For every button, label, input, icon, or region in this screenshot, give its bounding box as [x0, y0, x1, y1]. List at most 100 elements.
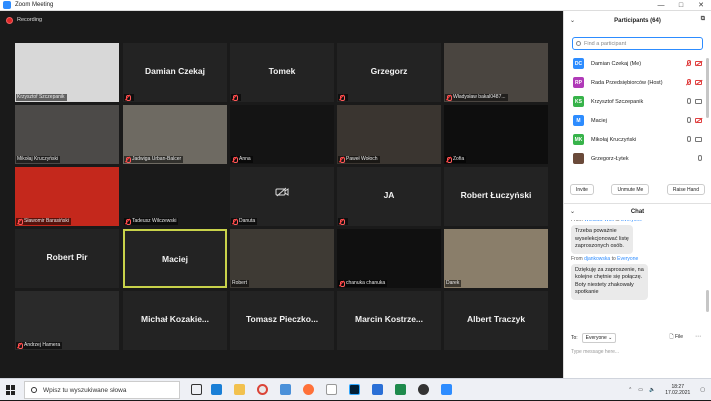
video-tile[interactable]: chanuka chanuka [337, 229, 441, 288]
chat-message-meta: From djankowska to Everyone [571, 255, 639, 262]
video-tile[interactable]: Zofia [444, 105, 548, 164]
chat-message-input[interactable]: Type message here... [564, 349, 711, 355]
participant-status-icons [698, 155, 702, 161]
minimize-button[interactable]: — [651, 0, 671, 11]
file-button[interactable]: 🗋 File [670, 334, 683, 342]
video-tile[interactable]: Michał Kozakie... [123, 291, 227, 350]
chat-scrollbar[interactable] [706, 290, 709, 312]
recording-indicator[interactable]: Recording [0, 12, 563, 28]
video-off-icon [695, 118, 702, 123]
invite-button[interactable]: Invite [570, 184, 594, 195]
network-icon[interactable]: ▭ [638, 387, 643, 393]
chrome-icon[interactable] [257, 384, 268, 395]
excel-icon[interactable] [395, 384, 406, 395]
video-tile[interactable]: Jadwiga Urban-Balcer [123, 105, 227, 164]
video-tile[interactable]: Tomasz Pieczko... [230, 291, 334, 350]
video-tile[interactable]: Danuta [230, 167, 334, 226]
taskbar-search-box[interactable]: Wpisz tu wyszukiwane słowa [24, 381, 180, 399]
video-tile[interactable]: JA [337, 167, 441, 226]
chevron-down-icon[interactable]: ⌄ [570, 208, 575, 215]
maximize-button[interactable]: □ [671, 0, 691, 11]
video-tile[interactable]: Krzysztof Szczepanik [15, 43, 119, 102]
video-tile[interactable]: Marcin Kostrze... [337, 291, 441, 350]
video-tile[interactable]: Robert Łuczyński [444, 167, 548, 226]
search-placeholder: Find a participant [584, 40, 627, 47]
chat-message-meta: From Wiesław Wolf to Everyone [571, 220, 711, 223]
video-tile[interactable]: Anna [230, 105, 334, 164]
video-tile[interactable]: Damian Czekaj [123, 43, 227, 102]
participant-row[interactable]: M Maciej [564, 111, 711, 130]
video-tile[interactable]: Maciej [123, 229, 227, 288]
muted-mic-icon [125, 156, 131, 163]
video-tile[interactable]: Paweł Wołoch [337, 105, 441, 164]
participant-name-label: Tadeusz Wilczewski [124, 218, 179, 225]
popout-icon[interactable]: ⧉ [701, 16, 705, 23]
video-tile[interactable]: Władysław bakal0487... [444, 43, 548, 102]
recipient-select[interactable]: Everyone ⌄ [581, 333, 617, 343]
firefox-icon[interactable] [303, 384, 314, 395]
unmute-me-button[interactable]: Unmute Me [611, 184, 650, 195]
mic-icon [687, 136, 691, 142]
muted-mic-icon [446, 94, 452, 101]
participant-name: Jadwiga Urban-Balcer [132, 156, 182, 162]
mic-icon [698, 155, 702, 161]
participant-name: Zofia [453, 156, 465, 162]
participant-name-label [231, 94, 241, 101]
video-tile[interactable]: Darek [444, 229, 548, 288]
more-icon[interactable]: ⋯ [695, 333, 701, 340]
video-tile[interactable]: Mikołaj Kruczyński [15, 105, 119, 164]
participant-search-input[interactable]: Find a participant [572, 37, 703, 50]
chat-messages: From Wiesław Wolf to Everyone Trzeba powa… [564, 220, 711, 327]
video-tile[interactable]: Robert Pir [15, 229, 119, 288]
participant-row[interactable]: Grzegorz-Łytek [564, 149, 711, 168]
chat-recipient-row: To: Everyone ⌄ 🗋 File ⋯ [564, 333, 711, 343]
volume-icon[interactable]: 🔈 [649, 387, 655, 393]
windows-start-icon[interactable] [6, 385, 16, 395]
participant-name-large: Albert Traczyk [466, 314, 526, 324]
participant-status-icons [686, 79, 702, 85]
taskbar: Wpisz tu wyszukiwane słowa ⌃ ▭ 🔈 18:27 1… [0, 378, 711, 400]
app-icon[interactable] [326, 384, 337, 395]
participant-row[interactable]: KS Krzysztof Szczepanik [564, 92, 711, 111]
chat-sender[interactable]: Wiesław Wolf [584, 220, 614, 223]
video-tile[interactable]: Tomek [230, 43, 334, 102]
participant-row[interactable]: DC Damian Czekaj (Me) [564, 54, 711, 73]
notifications-icon[interactable]: ▢ [700, 387, 705, 393]
video-icon [695, 99, 702, 104]
video-tile[interactable]: Sławomir Barasiński [15, 167, 119, 226]
clock[interactable]: 18:27 17.02.2021 [665, 384, 690, 397]
edge-icon[interactable] [211, 384, 222, 395]
participant-name-label [338, 218, 348, 225]
video-tile[interactable]: Tadeusz Wilczewski [123, 167, 227, 226]
participant-name: Anna [239, 156, 251, 162]
participant-name-large: Marcin Kostrze... [354, 314, 424, 324]
participant-name: Mikołaj Kruczyński [591, 136, 637, 143]
video-tile[interactable]: Grzegorz [337, 43, 441, 102]
file-explorer-icon[interactable] [234, 384, 245, 395]
side-panel: ⌄ Participants (64) ⧉ Find a participant… [563, 11, 711, 378]
participant-list: DC Damian Czekaj (Me) RP Rada Przedsiębiorc… [564, 54, 711, 174]
store-icon[interactable] [280, 384, 291, 395]
participant-row[interactable]: MK Mikołaj Kruczyński [564, 130, 711, 149]
video-tile[interactable]: Andrzej Hamera [15, 291, 119, 350]
video-tile[interactable]: Albert Traczyk [444, 291, 548, 350]
chat-sender[interactable]: djankowska [584, 256, 610, 262]
participant-name-large: Tomasz Pieczko... [245, 314, 319, 324]
close-button[interactable]: ✕ [691, 0, 711, 11]
raise-hand-button[interactable]: Raise Hand [666, 184, 705, 195]
chat-message-bubble: Dziękuję za zaproszenie, na kolejne chętn… [571, 263, 648, 300]
video-tile[interactable]: Robert [230, 229, 334, 288]
muted-mic-icon [232, 94, 238, 101]
chevron-down-icon[interactable]: ⌄ [570, 17, 575, 24]
muted-mic-icon [686, 79, 691, 85]
app-icon[interactable] [418, 384, 429, 395]
participant-name: Władysław bakal0487... [453, 94, 506, 100]
tray-chevron-icon[interactable]: ⌃ [628, 387, 632, 393]
participant-name-large: Maciej [162, 254, 188, 264]
word-icon[interactable] [372, 384, 383, 395]
photoshop-icon[interactable] [349, 384, 360, 395]
window-title: Zoom Meeting [15, 2, 54, 8]
task-view-icon[interactable] [191, 384, 202, 395]
zoom-taskbar-icon[interactable] [441, 384, 452, 395]
participant-row[interactable]: RP Rada Przedsiębiorców (Host) [564, 73, 711, 92]
